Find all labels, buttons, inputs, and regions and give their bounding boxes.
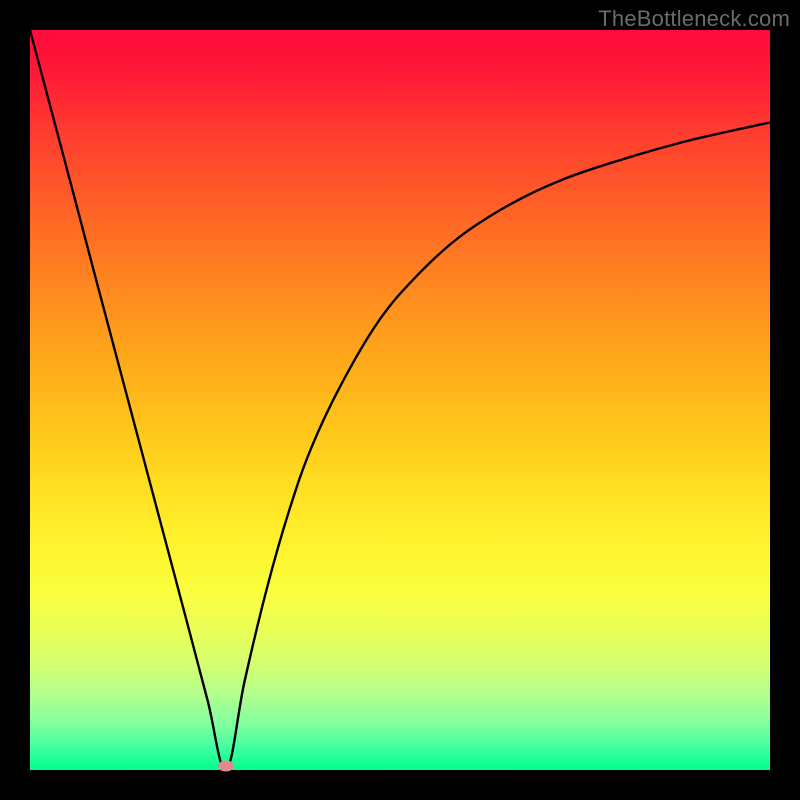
minimum-marker xyxy=(218,761,234,772)
bottleneck-curve-path xyxy=(30,30,770,770)
plot-area xyxy=(30,30,770,770)
chart-frame: TheBottleneck.com xyxy=(0,0,800,800)
watermark-text: TheBottleneck.com xyxy=(598,6,790,32)
curve-svg xyxy=(30,30,770,770)
